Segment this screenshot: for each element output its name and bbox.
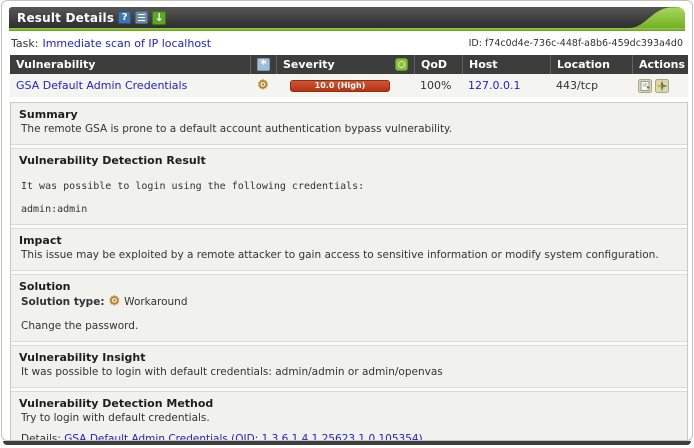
- spacer: [19, 424, 679, 433]
- titlebar-icons: ? ↓: [118, 11, 166, 25]
- nvt-details-link[interactable]: GSA Default Admin Credentials (OID: 1.3.…: [64, 433, 422, 441]
- host-link[interactable]: 127.0.0.1: [468, 79, 520, 92]
- vulnerability-cell: GSA Default Admin Credentials: [10, 74, 250, 97]
- summary-text: The remote GSA is prone to a default acc…: [19, 123, 679, 135]
- column-header-qod: QoD: [414, 55, 462, 74]
- column-header-vulnerability: Vulnerability: [10, 55, 250, 74]
- details-label: Details:: [21, 433, 61, 441]
- task-link[interactable]: Immediate scan of IP localhost: [42, 37, 211, 50]
- list-icon-lines: [138, 14, 145, 21]
- section-summary: Summary The remote GSA is prone to a def…: [11, 103, 687, 144]
- insight-heading: Vulnerability Insight: [19, 351, 679, 364]
- severity-toggle-icon[interactable]: [395, 58, 408, 71]
- spacer: [19, 192, 679, 204]
- severity-bar: 10.0 (High): [290, 80, 390, 92]
- task-line: Task: Immediate scan of IP localhost: [11, 37, 211, 50]
- section-impact: Impact This issue may be exploited by a …: [11, 229, 687, 270]
- section-detection-result: Vulnerability Detection Result It was po…: [11, 149, 687, 224]
- workaround-gear-icon: ⚙: [109, 295, 121, 308]
- workaround-gear-icon: ⚙: [257, 78, 269, 93]
- list-icon[interactable]: [135, 11, 148, 24]
- result-row: GSA Default Admin Credentials ⚙ 10.0 (Hi…: [10, 74, 688, 97]
- section-solution: Solution Solution type: ⚙ Workaround Cha…: [11, 275, 687, 341]
- spacer: [19, 169, 679, 181]
- column-header-location: Location: [550, 55, 632, 74]
- result-id: ID: f74c0d4e-736c-448f-a8b6-459dc393a4d0: [469, 38, 683, 49]
- solution-type-column-icon: *: [257, 58, 270, 71]
- task-row: Task: Immediate scan of IP localhost ID: …: [11, 37, 683, 50]
- insight-text: It was possible to login with default cr…: [19, 366, 679, 378]
- summary-heading: Summary: [19, 108, 679, 121]
- download-icon[interactable]: ↓: [152, 11, 166, 25]
- titlebar: Result Details ? ↓: [9, 7, 685, 28]
- section-insight: Vulnerability Insight It was possible to…: [11, 346, 687, 387]
- result-details-window: Result Details ? ↓ Task: Immediate scan o…: [1, 0, 693, 441]
- task-label: Task:: [11, 37, 38, 50]
- column-header-host: Host: [462, 55, 550, 74]
- column-header-severity: Severity: [276, 55, 414, 74]
- severity-header-label: Severity: [283, 58, 335, 71]
- column-header-actions: Actions: [632, 55, 688, 74]
- solution-type-value: Workaround: [124, 296, 187, 308]
- green-accent-line: [9, 28, 685, 31]
- detection-method-heading: Vulnerability Detection Method: [19, 397, 679, 410]
- impact-text: This issue may be exploited by a remote …: [19, 249, 679, 261]
- window-drop-shadow: [3, 441, 691, 445]
- green-swoosh-decoration: [629, 7, 685, 28]
- detection-result-heading: Vulnerability Detection Result: [19, 154, 679, 167]
- spacer: [19, 308, 679, 320]
- impact-heading: Impact: [19, 234, 679, 247]
- location-cell: 443/tcp: [550, 74, 632, 97]
- result-table: Vulnerability * Severity QoD Host Locati…: [10, 55, 688, 97]
- result-detail-panel: Summary The remote GSA is prone to a def…: [10, 102, 688, 441]
- help-icon[interactable]: ?: [118, 11, 131, 24]
- details-line: Details: GSA Default Admin Credentials (…: [19, 433, 679, 441]
- add-note-icon[interactable]: [638, 79, 652, 93]
- qod-cell: 100%: [414, 74, 462, 97]
- actions-cell: [632, 74, 688, 97]
- solution-text: Change the password.: [19, 320, 679, 332]
- solution-type-label: Solution type:: [21, 296, 105, 308]
- detection-result-line1: It was possible to login using the follo…: [19, 181, 679, 192]
- solution-heading: Solution: [19, 280, 679, 293]
- host-cell: 127.0.0.1: [462, 74, 550, 97]
- detection-result-line2: admin:admin: [19, 204, 679, 215]
- solution-type-line: Solution type: ⚙ Workaround: [19, 295, 679, 308]
- detection-method-text: Try to login with default credentials.: [19, 412, 679, 424]
- table-header-row: Vulnerability * Severity QoD Host Locati…: [10, 55, 688, 74]
- page-title: Result Details: [17, 11, 114, 25]
- section-detection-method: Vulnerability Detection Method Try to lo…: [11, 392, 687, 441]
- add-override-icon[interactable]: [655, 79, 669, 93]
- severity-cell: 10.0 (High): [276, 74, 414, 97]
- column-header-solution-type: *: [250, 55, 276, 74]
- solution-type-cell: ⚙: [250, 74, 276, 97]
- vulnerability-link[interactable]: GSA Default Admin Credentials: [16, 79, 187, 92]
